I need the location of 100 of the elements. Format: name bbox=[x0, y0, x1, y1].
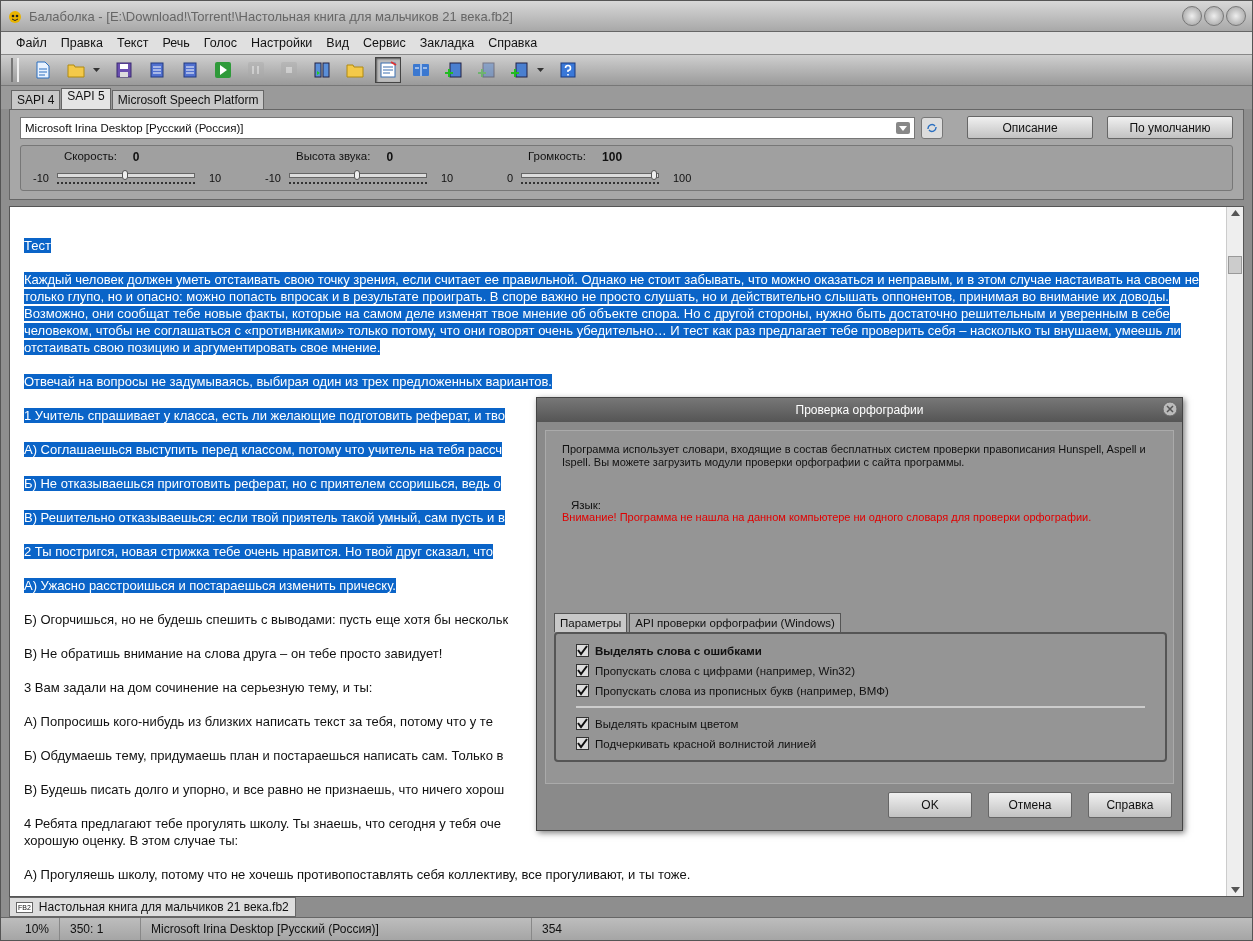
play-icon bbox=[214, 61, 232, 79]
menu-item[interactable]: Речь bbox=[155, 34, 197, 52]
slider-label: Громкость: bbox=[528, 150, 587, 164]
checkbox[interactable] bbox=[576, 664, 589, 677]
status-field: 354 bbox=[532, 918, 1252, 940]
checkbox[interactable] bbox=[576, 737, 589, 750]
menu-item[interactable]: Справка bbox=[481, 34, 545, 52]
smiley-icon bbox=[7, 8, 23, 24]
scroll-thumb[interactable] bbox=[1228, 256, 1242, 274]
status-field: 10% bbox=[1, 918, 60, 940]
maximize-button[interactable] bbox=[1204, 6, 1224, 26]
book-plus-icon bbox=[511, 61, 529, 79]
info-text: Программа использует словари, входящие в состав бесплатных систем проверки правописания Hunspell, Aspell и Ispell. Вы можете загрузить модули проверки орфографии с сайта программы. bbox=[562, 443, 1147, 469]
checkmark-icon bbox=[577, 685, 588, 696]
close-icon[interactable] bbox=[1162, 401, 1178, 417]
split-document-icon bbox=[313, 61, 331, 79]
menu-item[interactable]: Вид bbox=[319, 34, 356, 52]
menu-item[interactable]: Голос bbox=[196, 34, 245, 52]
slider-label: Скорость: bbox=[64, 150, 117, 164]
checkbox[interactable] bbox=[576, 644, 589, 657]
slider-reading: 100 bbox=[602, 150, 623, 164]
checkmark-icon bbox=[577, 645, 588, 656]
document-text: А) Попросишь кого-нибудь из близких написать текст за тебя, потому что у те bbox=[24, 713, 493, 730]
toolbar-grip[interactable] bbox=[11, 58, 19, 82]
voice-button[interactable]: По умолчанию bbox=[1107, 116, 1233, 139]
voice-button[interactable]: Описание bbox=[967, 116, 1093, 139]
checkbox-label: Пропускать слова с цифрами (например, Win32) bbox=[595, 664, 855, 677]
book-plus-icon bbox=[478, 61, 496, 79]
checkmark-icon bbox=[577, 718, 588, 729]
checkbox[interactable] bbox=[576, 684, 589, 697]
document-text: Тест bbox=[24, 237, 51, 254]
slider-min-label: 0 bbox=[505, 172, 513, 184]
slider-max-label: 10 bbox=[208, 172, 222, 184]
slider-label: Высота звука: bbox=[296, 150, 371, 164]
checkbox-label: Выделять слова с ошибками bbox=[595, 644, 762, 657]
menu-item[interactable]: Текст bbox=[109, 34, 156, 52]
folder-icon bbox=[346, 61, 364, 79]
close-button[interactable] bbox=[1226, 6, 1246, 26]
slider-max-label: 10 bbox=[440, 172, 454, 184]
menu-item[interactable]: Настройки bbox=[244, 34, 320, 52]
document-text: В) Будешь писать долго и упорно, и все равно не признаешь, что ничего хорош bbox=[24, 781, 505, 798]
document-text: Б) Обдумаешь тему, придумаешь план и постараешься написать сам. Только в bbox=[24, 747, 504, 764]
scroll-down-icon[interactable] bbox=[1230, 887, 1240, 893]
slider-thumb[interactable] bbox=[354, 170, 360, 180]
tab[interactable]: Microsoft Speech Platform bbox=[111, 90, 265, 109]
help-icon bbox=[559, 61, 577, 79]
status-field: Microsoft Irina Desktop [Русский (Россия)] bbox=[141, 918, 532, 940]
checkbox-label: Пропускать слова из прописных букв (например, ВМФ) bbox=[595, 684, 889, 697]
checkbox-label: Выделять красным цветом bbox=[595, 717, 739, 730]
checkmark-icon bbox=[577, 665, 588, 676]
document-text: 1 Учитель спрашивает у класса, есть ли желающие подготовить реферат, и тво bbox=[24, 407, 505, 424]
dialog-title: Проверка орфографии bbox=[795, 403, 924, 417]
scroll-bar[interactable] bbox=[1226, 207, 1243, 896]
menu-item[interactable]: Закладка bbox=[412, 34, 482, 52]
menu-item[interactable]: Правка bbox=[53, 34, 110, 52]
slider-thumb[interactable] bbox=[651, 170, 657, 180]
caret-icon bbox=[92, 68, 100, 72]
document-export-icon bbox=[148, 61, 166, 79]
voice-dropdown[interactable]: Microsoft Irina Desktop [Русский (Россия)] bbox=[20, 116, 915, 139]
checkmark-icon bbox=[577, 738, 588, 749]
slider-reading: 0 bbox=[386, 150, 394, 164]
warning-text: Внимание! Программа не нашла на данном компьютере ни одного словаря для проверки орфографии. bbox=[562, 511, 1093, 523]
folder-icon bbox=[67, 61, 85, 79]
scroll-up-icon[interactable] bbox=[1230, 210, 1240, 216]
slider-reading: 0 bbox=[132, 150, 140, 164]
slider[interactable] bbox=[521, 170, 659, 186]
dialog-button[interactable]: Отмена bbox=[988, 792, 1072, 818]
notepad-icon bbox=[379, 61, 397, 79]
checkbox[interactable] bbox=[576, 717, 589, 730]
minimize-button[interactable] bbox=[1182, 6, 1202, 26]
document-text: Б) Не отказываешься приготовить реферат, но с приятелем ссоришься, ведь о bbox=[24, 475, 501, 492]
document-text: А) Ужасно расстроишься и постараешься изменить прическу. bbox=[24, 577, 396, 594]
caret-icon bbox=[536, 68, 544, 72]
checkbox-label: Подчеркивать красной волнистой линией bbox=[595, 737, 817, 750]
menu-item[interactable]: Сервис bbox=[356, 34, 413, 52]
slider-thumb[interactable] bbox=[122, 170, 128, 180]
menu-item[interactable]: Файл bbox=[9, 34, 54, 52]
slider[interactable] bbox=[289, 170, 427, 186]
refresh-icon bbox=[926, 122, 938, 133]
refresh-button[interactable] bbox=[921, 116, 943, 139]
slider[interactable] bbox=[57, 170, 195, 186]
document-text: 4 Ребята предлагают тебе прогулять школу. Ты знаешь, что сегодня у тебя оче bbox=[24, 815, 501, 832]
document-text: 2 Ты постригся, новая стрижка тебе очень нравится. Но твой друг сказал, что bbox=[24, 543, 493, 560]
dialog-button[interactable]: OK bbox=[888, 792, 972, 818]
document-text: В) Решительно отказываешься: если твой приятель такой умный, сам пусть и в bbox=[24, 509, 505, 526]
slider-min-label: -10 bbox=[32, 172, 49, 184]
slider-max-label: 100 bbox=[672, 172, 692, 184]
toolbar-button[interactable] bbox=[375, 57, 401, 83]
language-label: Язык: bbox=[570, 499, 603, 511]
dialog-button[interactable]: Справка bbox=[1088, 792, 1172, 818]
window-title: Балаболка - [E:\Download!\Torrent!\Настольная книга для мальчиков 21 века.fb2] bbox=[29, 8, 514, 24]
book-icon bbox=[412, 61, 430, 79]
tab[interactable]: SAPI 4 bbox=[11, 90, 61, 109]
book-plus-icon bbox=[445, 61, 463, 79]
tab[interactable]: SAPI 5 bbox=[61, 88, 111, 109]
text-editor[interactable] bbox=[9, 206, 1244, 897]
document-text: 3 Вам задали на дом сочинение на серьезную тему, и ты: bbox=[24, 679, 373, 696]
tab[interactable]: API проверки орфографии (Windows) bbox=[629, 613, 841, 632]
tab[interactable]: Параметры bbox=[554, 613, 628, 632]
document-text: В) Не обратишь внимание на слова друга – он тебе просто завидует! bbox=[24, 645, 443, 662]
